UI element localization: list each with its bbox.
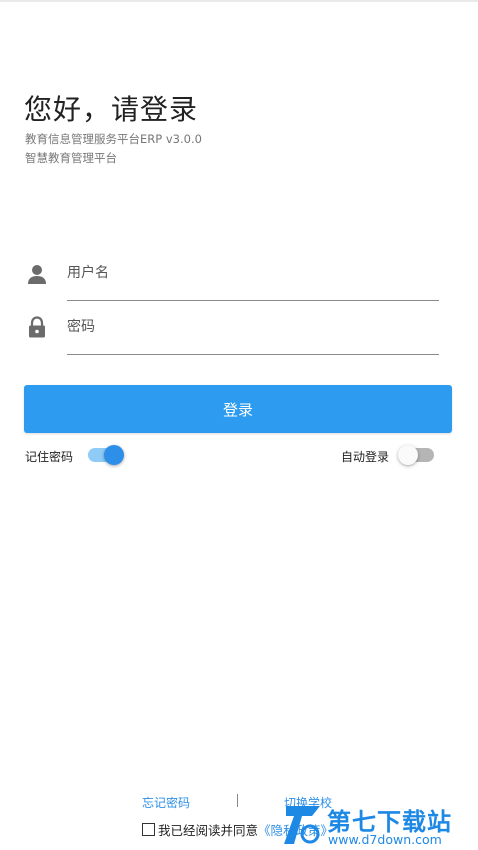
lock-icon: [29, 316, 45, 338]
agreement-text: 我已经阅读并同意: [158, 823, 259, 838]
toggle-knob: [398, 445, 418, 465]
platform-name: 智慧教育管理平台: [25, 151, 117, 165]
username-underline: [67, 300, 439, 301]
watermark-logo-icon: [284, 806, 320, 844]
auto-login-label: 自动登录: [341, 450, 390, 464]
forgot-password-link[interactable]: 忘记密码: [142, 794, 190, 811]
remember-password-label: 记住密码: [25, 450, 74, 464]
watermark-url: www.d7down.com: [328, 832, 442, 847]
platform-version: 教育信息管理服务平台ERP v3.0.0: [25, 132, 202, 146]
footer-separator: [237, 794, 238, 807]
password-input[interactable]: [67, 313, 439, 341]
user-icon: [28, 265, 46, 284]
login-button[interactable]: 登录: [24, 385, 452, 433]
agree-checkbox[interactable]: [142, 823, 155, 836]
username-input[interactable]: [67, 259, 439, 287]
password-underline: [67, 354, 439, 355]
top-divider: [0, 0, 478, 2]
page-title: 您好，请登录: [24, 93, 199, 126]
remember-password-toggle[interactable]: [86, 444, 126, 466]
watermark: 第七下载站 www.d7down.com: [282, 800, 478, 850]
toggle-knob: [104, 445, 124, 465]
auto-login-toggle[interactable]: [398, 444, 438, 466]
